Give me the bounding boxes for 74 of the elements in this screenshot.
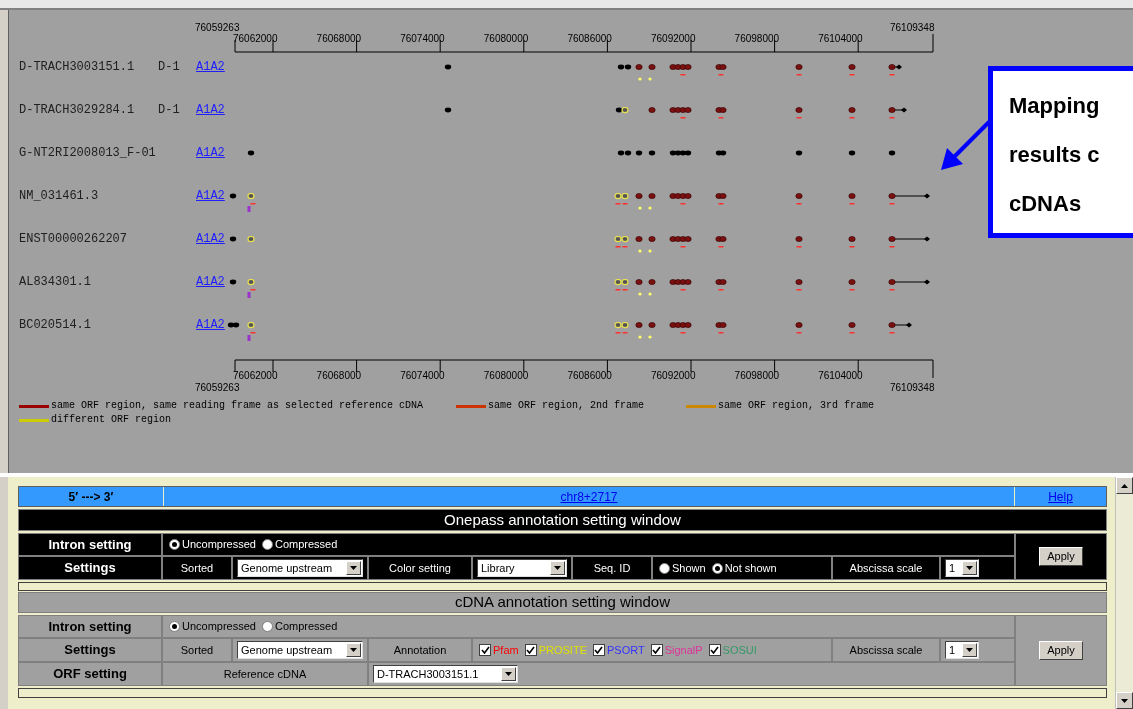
axis-tick-label: 76092000 xyxy=(651,370,696,381)
callout-text: Mapping xyxy=(1009,92,1101,120)
dropdown[interactable]: Genome upstream xyxy=(237,641,363,659)
dropdown[interactable]: Genome upstream xyxy=(237,559,363,577)
callout-text: results c xyxy=(1009,141,1101,169)
axis-tick-label: 76068000 xyxy=(316,33,362,44)
sequence-id: BC020514.1 xyxy=(19,317,92,334)
axis-tick-label: 76098000 xyxy=(734,33,780,44)
dropdown[interactable]: D-TRACH3003151.1 xyxy=(373,665,518,683)
radio-option[interactable]: Compressed xyxy=(262,536,338,553)
axis-tick-label: 76092000 xyxy=(651,33,696,44)
row-label: Intron setting xyxy=(18,533,162,556)
axis-tick-label: 76062000 xyxy=(233,370,278,381)
row-label: Intron setting xyxy=(18,615,162,638)
radio-option[interactable]: Shown xyxy=(659,559,706,577)
radio-option[interactable]: Compressed xyxy=(262,618,338,635)
axis-tick-label: 76080000 xyxy=(483,370,529,381)
sequence-id: AL834301.1 xyxy=(19,274,92,291)
row-label: ORF setting xyxy=(18,662,162,686)
legend-label: same ORF region, 2nd frame xyxy=(488,400,645,412)
checkmark-icon xyxy=(480,646,490,654)
sequence-id: D-TRACH3029284.1 xyxy=(19,102,136,119)
scroll-down-icon[interactable] xyxy=(1116,692,1133,709)
section-title: cDNA annotation setting window xyxy=(18,592,1107,613)
axis-start-label: 76059263 xyxy=(195,22,240,33)
axis-tick-label: 76104000 xyxy=(818,33,863,44)
direction-label: 5′ ---> 3′ xyxy=(19,487,163,506)
sequence-id: NM_031461.3 xyxy=(19,188,100,205)
field-label: Color setting xyxy=(368,556,472,580)
axis-tick-label: 76086000 xyxy=(567,370,612,381)
checkmark-icon xyxy=(710,646,720,654)
field-label: Annotation xyxy=(368,638,472,662)
checkmark-icon xyxy=(652,646,662,654)
field-label: Abscissa scale xyxy=(832,556,940,580)
legend-label: different ORF region xyxy=(51,414,172,426)
axis-tick-label: 76074000 xyxy=(400,33,445,44)
axis-end-label: 76109348 xyxy=(890,22,935,33)
radio-option[interactable]: Uncompressed xyxy=(169,536,256,553)
field-label: Sorted xyxy=(162,556,232,580)
callout-text: cDNAs xyxy=(1009,190,1083,218)
axis-tick-label: 76062000 xyxy=(233,33,278,44)
axis-end-label: 76109348 xyxy=(890,382,935,393)
sequence-id: D-TRACH3003151.1 xyxy=(19,59,136,76)
scroll-up-icon[interactable] xyxy=(1116,477,1133,494)
apply-button[interactable]: Apply xyxy=(1039,547,1083,566)
axis-tick-label: 76068000 xyxy=(316,370,362,381)
dropdown[interactable]: Library xyxy=(477,559,567,577)
checkmark-icon xyxy=(526,646,536,654)
radio-option[interactable]: Uncompressed xyxy=(169,618,256,635)
axis-tick-label: 76098000 xyxy=(734,370,780,381)
scrollbar[interactable] xyxy=(1115,477,1133,709)
legend-label: same ORF region, 3rd frame xyxy=(718,400,875,412)
axis-tick-label: 76104000 xyxy=(818,370,863,381)
section-title: Onepass annotation setting window xyxy=(18,509,1107,531)
sequence-id: ENST00000262207 xyxy=(19,231,129,248)
row-label: Settings xyxy=(18,638,162,662)
dropdown[interactable]: 1 xyxy=(945,641,979,659)
dropdown[interactable]: 1 xyxy=(945,559,979,577)
apply-button[interactable]: Apply xyxy=(1039,641,1083,660)
axis-tick-label: 76074000 xyxy=(400,370,445,381)
axis-tick-label: 76086000 xyxy=(567,33,612,44)
axis-start-label: 76059263 xyxy=(195,382,240,393)
library-tag: D-1 xyxy=(158,101,196,119)
field-label: Seq. ID xyxy=(572,556,652,580)
field-label: Abscissa scale xyxy=(832,638,940,662)
checkmark-icon xyxy=(594,646,604,654)
field-label: Sorted xyxy=(162,638,232,662)
sequence-id: G-NT2RI2008013_F-01 xyxy=(19,145,157,162)
axis-tick-label: 76080000 xyxy=(483,33,529,44)
library-tag: D-1 xyxy=(158,58,196,76)
field-label: Reference cDNA xyxy=(162,662,368,686)
row-label: Settings xyxy=(18,556,162,580)
legend-label: same ORF region, same reading frame as selected reference cDNA xyxy=(51,400,424,412)
radio-option[interactable]: Not shown xyxy=(711,559,777,577)
